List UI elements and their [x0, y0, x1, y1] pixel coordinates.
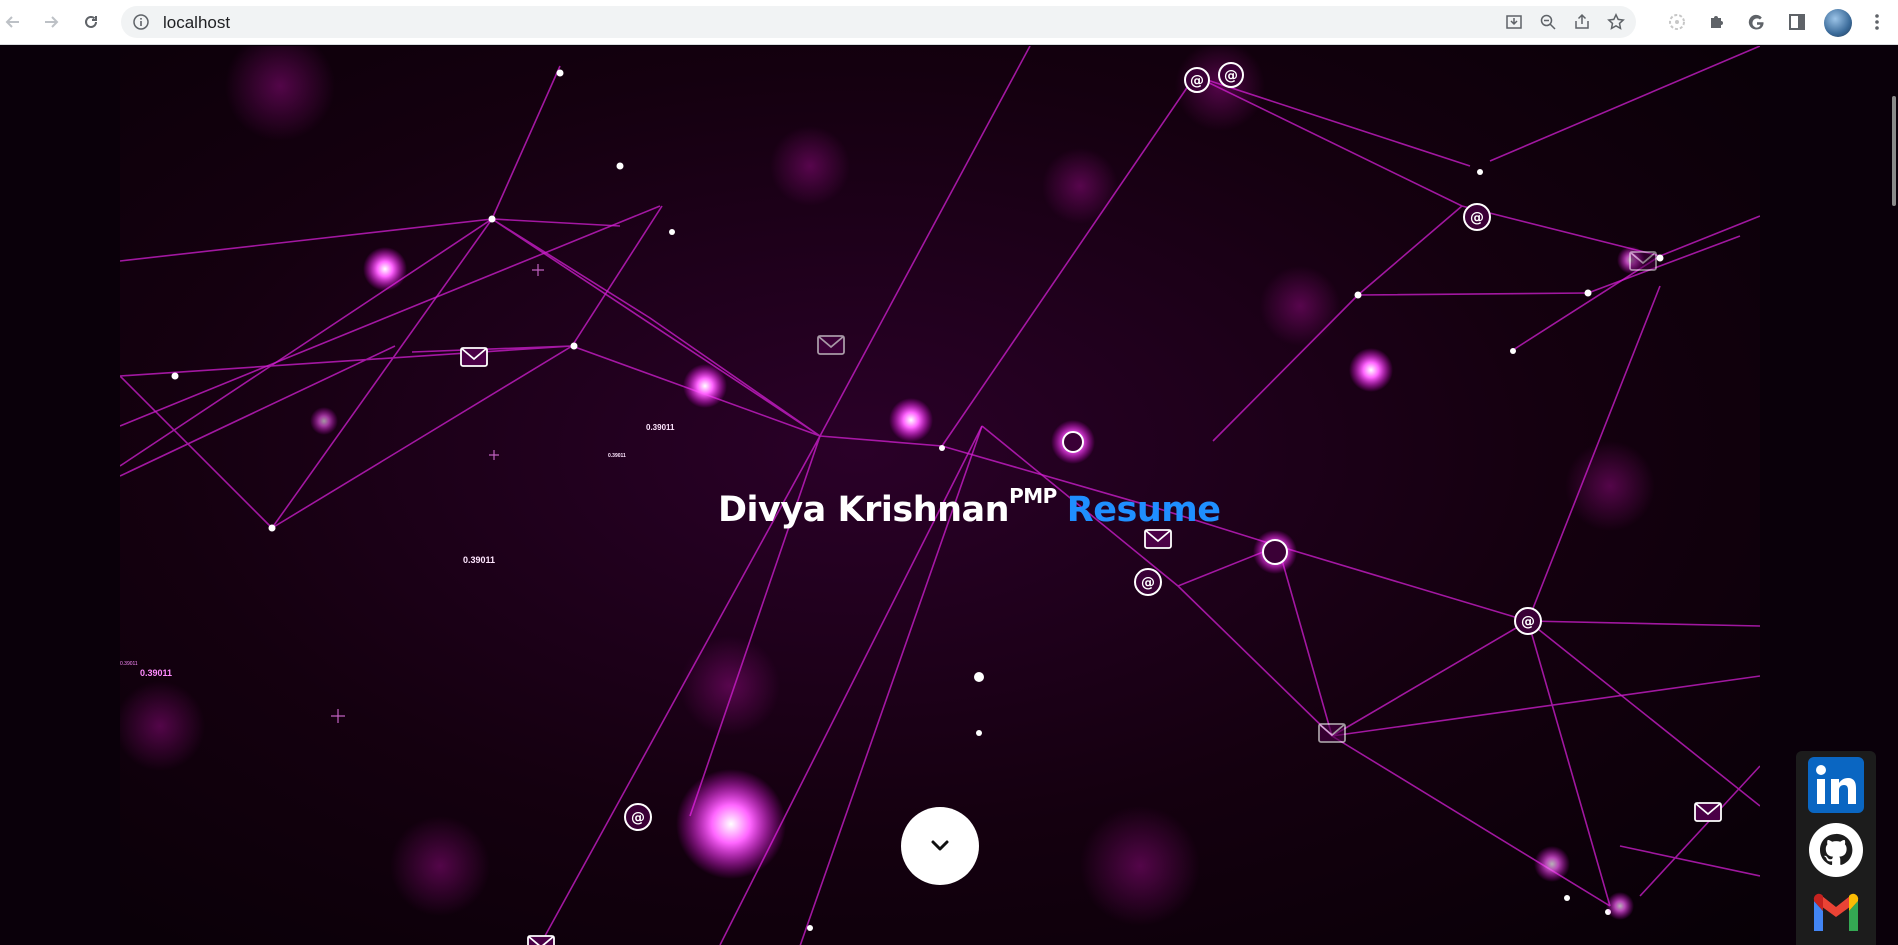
- bg-number-label: 0.39011: [608, 453, 626, 459]
- bg-number-label: 0.39011: [463, 555, 496, 565]
- forward-icon[interactable]: [40, 11, 62, 33]
- puzzle-icon[interactable]: [1706, 11, 1728, 33]
- chevron-down-icon: [931, 840, 949, 851]
- svg-text:@: @: [1190, 73, 1204, 89]
- browser-toolbar: localhost: [0, 0, 1898, 45]
- bg-number-label: 0.39011: [120, 661, 138, 667]
- hero-resume-link[interactable]: Resume: [1067, 490, 1221, 530]
- svg-text:@: @: [631, 810, 645, 826]
- side-panel-icon[interactable]: [1786, 11, 1808, 33]
- bg-number-label: 0.39011: [140, 668, 173, 678]
- google-icon[interactable]: [1746, 11, 1768, 33]
- avatar[interactable]: [1824, 9, 1852, 37]
- hero-name: Divya Krishnan: [718, 490, 1010, 530]
- bokeh-blobs: [120, 46, 1655, 926]
- bookmark-star-icon[interactable]: [1606, 12, 1626, 32]
- scrollbar-thumb[interactable]: [1892, 96, 1896, 206]
- hero-title: Divya KrishnanPMP Resume: [718, 484, 1221, 530]
- social-links-panel: [1796, 751, 1876, 945]
- gmail-link[interactable]: [1807, 886, 1865, 944]
- bg-number-label: 0.39011: [646, 423, 675, 432]
- menu-icon[interactable]: [1866, 11, 1888, 33]
- scroll-down-button[interactable]: [901, 807, 979, 885]
- svg-text:@: @: [1470, 210, 1484, 226]
- github-link[interactable]: [1807, 821, 1865, 879]
- url-text[interactable]: localhost: [163, 13, 230, 33]
- linkedin-link[interactable]: [1807, 756, 1865, 814]
- github-icon: [1809, 823, 1863, 877]
- info-icon[interactable]: [133, 14, 149, 30]
- install-icon[interactable]: [1504, 12, 1524, 32]
- svg-text:@: @: [1224, 68, 1238, 84]
- reload-icon[interactable]: [80, 11, 102, 33]
- extension-icon[interactable]: [1666, 11, 1688, 33]
- svg-text:@: @: [1141, 575, 1155, 591]
- gmail-icon: [1813, 893, 1859, 931]
- glow-nodes: [310, 246, 1645, 920]
- linkedin-icon: [1808, 757, 1864, 813]
- address-bar[interactable]: localhost: [121, 6, 1636, 38]
- svg-text:@: @: [1521, 614, 1535, 630]
- hero-credential: PMP: [1009, 484, 1057, 508]
- page-viewport: @ @ @ @ @ @ 0.39011 0.39011 0.39011 0.39011 …: [0, 46, 1898, 945]
- page-scrollbar[interactable]: [1890, 92, 1898, 945]
- share-icon[interactable]: [1572, 12, 1592, 32]
- crosshair-marks: [331, 264, 544, 723]
- zoom-icon[interactable]: [1538, 12, 1558, 32]
- back-icon[interactable]: [2, 11, 24, 33]
